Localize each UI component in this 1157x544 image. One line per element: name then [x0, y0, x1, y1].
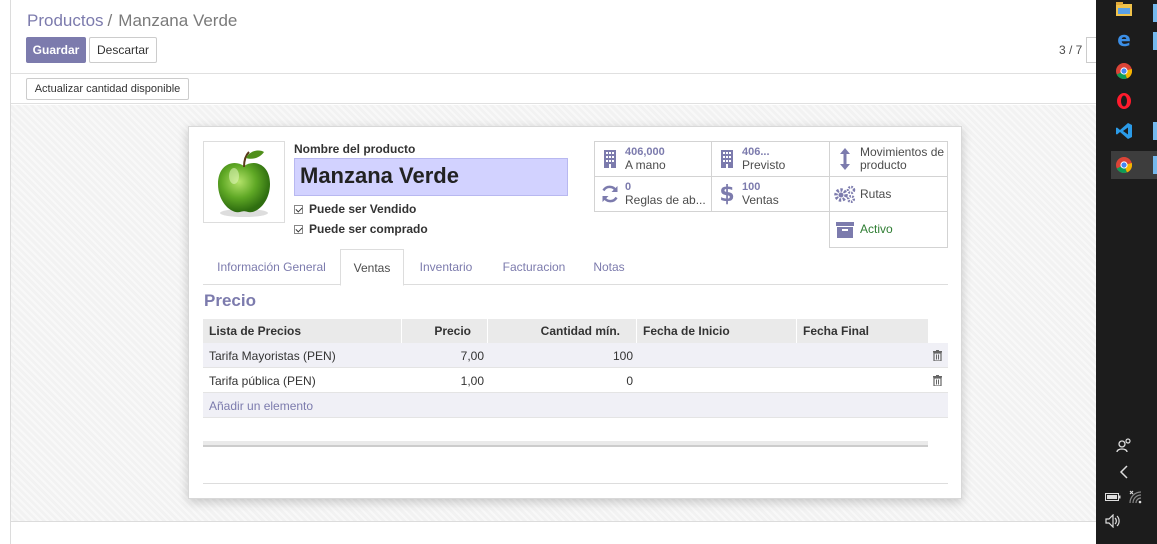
tab-notas[interactable]: Notas [582, 249, 636, 285]
active-app-indicator [1153, 156, 1157, 174]
battery-icon[interactable] [1104, 488, 1122, 506]
routes-button[interactable]: Rutas [829, 176, 948, 212]
cell-price: 7,00 [460, 348, 484, 363]
dollar-icon: $ [719, 181, 735, 207]
reorder-rules-label: Reglas de ab... [625, 193, 706, 207]
checkbox-checked-icon [294, 204, 303, 214]
product-moves-label: Movimientos de producto [860, 145, 945, 172]
vscode-icon[interactable] [1115, 122, 1133, 140]
table-row[interactable]: Tarifa pública (PEN) 1,00 0 [203, 368, 948, 393]
bottom-divider [11, 521, 1096, 522]
building-icon [721, 150, 733, 168]
cogs-icon [834, 185, 856, 204]
chevron-left-icon[interactable] [1115, 463, 1133, 481]
opera-icon[interactable] [1115, 92, 1133, 110]
can-be-sold-checkbox[interactable]: Puede ser Vendido [294, 202, 416, 216]
tab-facturacion[interactable]: Facturacion [486, 249, 582, 285]
sheet-divider [203, 483, 948, 484]
can-be-purchased-label: Puede ser comprado [309, 222, 428, 236]
can-be-sold-label: Puede ser Vendido [309, 202, 417, 216]
sales-button[interactable]: $ 100 Ventas [711, 176, 830, 212]
product-name-input[interactable]: Manzana Verde [294, 158, 568, 196]
column-header-fecha-final[interactable]: Fecha Final [797, 319, 928, 343]
active-label: Activo [860, 222, 893, 236]
cell-pricelist: Tarifa pública (PEN) [209, 373, 316, 388]
forecast-label: Previsto [742, 158, 786, 172]
add-item-link[interactable]: Añadir un elemento [209, 399, 313, 413]
breadcrumb-separator: / [107, 11, 113, 30]
form-sheet: Nombre del producto Manzana Verde Puede … [188, 126, 962, 499]
tab-inventario[interactable]: Inventario [406, 249, 486, 285]
product-image[interactable] [203, 141, 285, 223]
building-icon [604, 150, 616, 168]
update-quantity-button[interactable]: Actualizar cantidad disponible [26, 78, 189, 100]
checkbox-checked-icon [294, 224, 303, 234]
refresh-icon [602, 185, 618, 203]
apple-image [218, 150, 270, 217]
archive-icon [836, 221, 854, 238]
volume-icon[interactable] [1104, 512, 1122, 530]
arrows-vertical-icon [840, 148, 850, 170]
pricelist-table: Lista de Precios Precio Cantidad mín. Fe… [203, 319, 948, 418]
routes-label: Rutas [860, 186, 892, 201]
pager-previous-button[interactable] [1086, 37, 1096, 63]
forecast-button[interactable]: 406... Previsto [711, 141, 830, 177]
table-footer [203, 441, 928, 447]
can-be-purchased-checkbox[interactable]: Puede ser comprado [294, 222, 428, 236]
on-hand-label: A mano [625, 158, 666, 172]
trash-icon[interactable] [933, 375, 942, 386]
active-app-indicator [1153, 122, 1157, 140]
table-row[interactable]: Tarifa Mayoristas (PEN) 7,00 100 [203, 343, 948, 368]
breadcrumb-productos[interactable]: Productos [27, 11, 104, 30]
active-app-indicator [1153, 32, 1157, 50]
sales-label: Ventas [742, 193, 779, 207]
cell-price: 1,00 [460, 373, 484, 388]
breadcrumb-current: Manzana Verde [118, 11, 238, 30]
chrome-icon[interactable] [1115, 156, 1133, 174]
on-hand-button[interactable]: 406,000 A mano [594, 141, 712, 177]
notebook-tabs: Información General Ventas Inventario Fa… [203, 249, 948, 286]
cell-min-qty: 0 [626, 373, 633, 388]
active-toggle-button[interactable]: Activo [829, 211, 948, 248]
edge-icon[interactable]: e [1115, 29, 1133, 49]
discard-button[interactable]: Descartar [89, 37, 157, 63]
add-item-row: Añadir un elemento [203, 393, 948, 418]
wifi-icon[interactable] [1127, 488, 1145, 506]
cell-min-qty: 100 [612, 348, 633, 363]
save-button[interactable]: Guardar [26, 37, 86, 63]
column-header-lista-precios[interactable]: Lista de Precios [203, 319, 402, 343]
trash-icon[interactable] [933, 350, 942, 361]
section-title-precio: Precio [204, 291, 256, 310]
left-window-edge [0, 0, 11, 544]
product-moves-button[interactable]: Movimientos de producto [829, 141, 948, 177]
active-app-indicator [1153, 4, 1157, 22]
people-icon[interactable] [1115, 436, 1133, 454]
file-explorer-icon[interactable] [1115, 0, 1133, 18]
column-header-precio[interactable]: Precio [402, 319, 488, 343]
windows-taskbar: e [1096, 0, 1157, 544]
cell-pricelist: Tarifa Mayoristas (PEN) [209, 348, 336, 363]
product-name-label: Nombre del producto [294, 142, 416, 156]
tab-ventas[interactable]: Ventas [340, 249, 404, 286]
chrome-icon[interactable] [1115, 62, 1133, 80]
control-panel: Productos / Manzana Verde Guardar Descarta… [11, 0, 1096, 104]
table-header: Lista de Precios Precio Cantidad mín. Fe… [203, 319, 928, 343]
tab-informacion-general[interactable]: Información General [203, 249, 340, 285]
control-panel-divider [11, 73, 1096, 74]
column-header-fecha-inicio[interactable]: Fecha de Inicio [637, 319, 797, 343]
column-header-cantidad-min[interactable]: Cantidad mín. [488, 319, 637, 343]
reorder-rules-button[interactable]: 0 Reglas de ab... [594, 176, 712, 212]
breadcrumb: Productos / Manzana Verde [27, 11, 237, 31]
pager-value: 3 / 7 [1059, 43, 1083, 57]
